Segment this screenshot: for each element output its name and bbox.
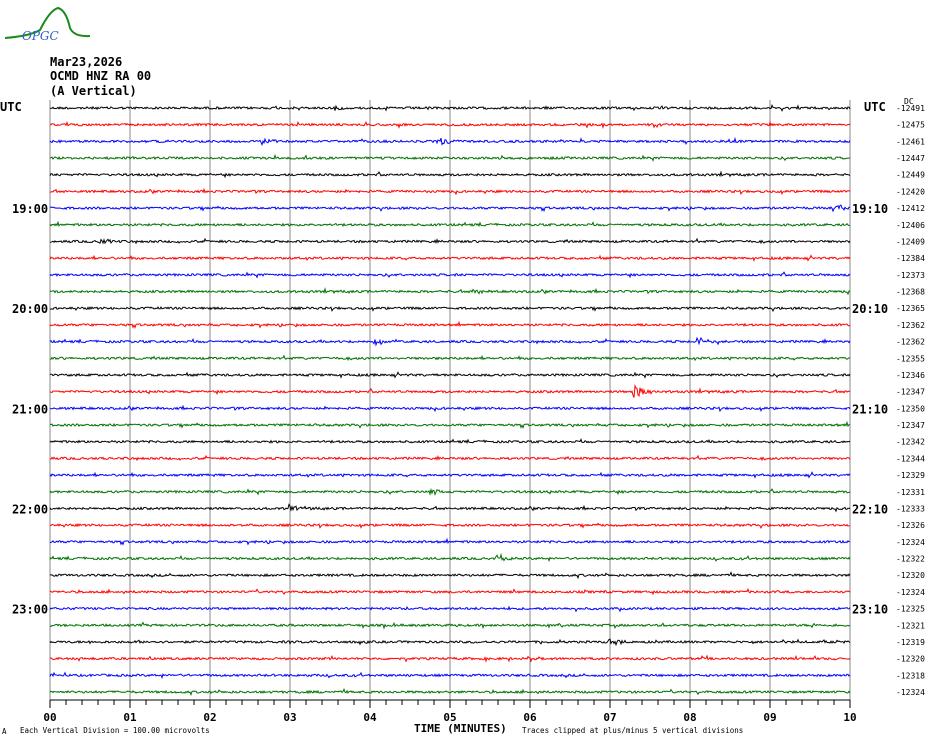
right-time-label: 20:10 [852, 302, 888, 316]
dc-offset-label: -12362 [896, 338, 925, 347]
dc-label: DC [904, 97, 914, 106]
date-label: Mar23,2026 [50, 55, 123, 69]
dc-offset-label: -12475 [896, 121, 925, 130]
dc-offset-label: -12329 [896, 471, 925, 480]
dc-offset-label: -12324 [896, 688, 925, 697]
dc-offset-label: -12420 [896, 187, 925, 196]
dc-offset-label: -12324 [896, 538, 925, 547]
dc-offset-label: -12325 [896, 605, 925, 614]
labels: 00 01 02 03 04 05 06 07 08 09 10-12491-12475-12461… [12, 104, 925, 724]
dc-offset-label: -12319 [896, 638, 925, 647]
scale-note: Each Vertical Division = 100.00 microvol… [20, 726, 210, 735]
dc-offset-label: -12368 [896, 288, 925, 297]
left-time-label: 20:00 [12, 302, 48, 316]
x-tick-label: 06 [523, 711, 537, 724]
dc-offset-label: -12342 [896, 438, 925, 447]
dc-offset-label: -12320 [896, 655, 925, 664]
dc-offset-label: -12331 [896, 488, 925, 497]
x-tick-label: 04 [363, 711, 377, 724]
component-label: (A Vertical) [50, 84, 137, 98]
dc-offset-label: -12320 [896, 571, 925, 580]
dc-offset-label: -12347 [896, 421, 925, 430]
dc-offset-label: -12326 [896, 521, 925, 530]
dc-offset-label: -12362 [896, 321, 925, 330]
x-tick-label: 10 [843, 711, 856, 724]
dc-offset-label: -12449 [896, 171, 925, 180]
right-axis-title: UTC [864, 100, 886, 114]
dc-offset-label: -12347 [896, 388, 925, 397]
x-tick-label: 08 [683, 711, 696, 724]
x-tick-label: 00 [43, 711, 56, 724]
opgc-logo: OPGC [4, 6, 91, 43]
dc-offset-label: -12322 [896, 555, 925, 564]
dc-offset-label: -12412 [896, 204, 925, 213]
x-tick-label: 01 [123, 711, 137, 724]
x-axis-label: TIME (MINUTES) [414, 722, 507, 735]
dc-offset-label: -12344 [896, 454, 925, 463]
dc-offset-label: -12384 [896, 254, 925, 263]
dc-offset-label: -12409 [896, 237, 925, 246]
dc-offset-label: -12365 [896, 304, 925, 313]
x-tick-label: 07 [603, 711, 616, 724]
dc-offset-label: -12346 [896, 371, 925, 380]
dc-offset-label: -12318 [896, 671, 925, 680]
right-time-label: 19:10 [852, 202, 888, 216]
logo-text: OPGC [22, 29, 59, 43]
left-time-label: 21:00 [12, 402, 48, 416]
left-time-label: 22:00 [12, 502, 48, 516]
dc-offset-label: -12447 [896, 154, 925, 163]
right-time-label: 22:10 [852, 502, 888, 516]
right-time-label: 21:10 [852, 402, 888, 416]
dc-offset-label: -12333 [896, 504, 925, 513]
helicorder-plot: OPGC 00 01 02 03 04 05 06 07 08 09 10-12491-12475-… [0, 6, 925, 736]
left-time-label: 19:00 [12, 202, 48, 216]
left-axis-title: UTC [0, 100, 22, 114]
left-time-label: 23:00 [12, 603, 48, 617]
x-tick-label: 02 [203, 711, 216, 724]
dc-offset-label: -12324 [896, 588, 925, 597]
dc-offset-label: -12461 [896, 137, 925, 146]
dc-offset-label: -12321 [896, 621, 925, 630]
x-tick-label: 09 [763, 711, 776, 724]
dc-offset-label: -12355 [896, 354, 925, 363]
corner-mark: A [2, 727, 7, 736]
dc-offset-label: -12350 [896, 404, 925, 413]
station-label: OCMD HNZ RA 00 [50, 69, 152, 83]
clip-note: Traces clipped at plus/minus 5 vertical … [522, 726, 743, 735]
right-time-label: 23:10 [852, 603, 888, 617]
x-tick-label: 03 [283, 711, 296, 724]
dc-offset-label: -12373 [896, 271, 925, 280]
dc-offset-label: -12406 [896, 221, 925, 230]
